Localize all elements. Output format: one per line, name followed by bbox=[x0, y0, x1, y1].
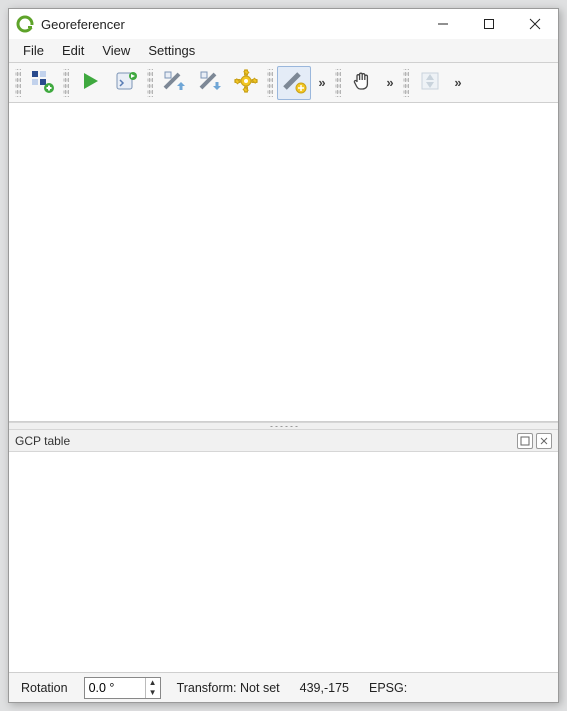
toolbar-overflow-button[interactable]: » bbox=[381, 66, 399, 100]
transformation-settings-button[interactable] bbox=[229, 66, 263, 100]
menu-file[interactable]: File bbox=[15, 41, 52, 60]
close-button[interactable] bbox=[512, 9, 558, 39]
raster-canvas[interactable] bbox=[9, 103, 558, 422]
toolbar-grip[interactable] bbox=[403, 69, 409, 97]
undock-panel-button[interactable] bbox=[517, 433, 533, 449]
splitter-handle[interactable] bbox=[9, 422, 558, 430]
maximize-button[interactable] bbox=[466, 9, 512, 39]
generate-gdal-script-button[interactable] bbox=[109, 66, 143, 100]
epsg-label: EPSG: bbox=[365, 681, 411, 695]
zoom-icon bbox=[418, 69, 442, 96]
menu-edit[interactable]: Edit bbox=[54, 41, 92, 60]
open-raster-button[interactable] bbox=[25, 66, 59, 100]
add-point-button[interactable] bbox=[277, 66, 311, 100]
rotation-step-down[interactable]: ▼ bbox=[146, 688, 160, 698]
gcp-panel-header: GCP table bbox=[9, 430, 558, 452]
rotation-spinbox[interactable]: ▲ ▼ bbox=[84, 677, 161, 699]
add-point-icon bbox=[281, 68, 307, 97]
app-icon bbox=[15, 14, 35, 34]
toolbar-grip[interactable] bbox=[63, 69, 69, 97]
pan-button[interactable] bbox=[345, 66, 379, 100]
save-gcp-icon bbox=[197, 68, 223, 97]
rotation-input[interactable] bbox=[85, 678, 145, 698]
rotation-label: Rotation bbox=[17, 681, 72, 695]
save-gcp-points-button[interactable] bbox=[193, 66, 227, 100]
play-icon bbox=[78, 69, 102, 96]
gear-icon bbox=[233, 68, 259, 97]
splitter-dots-icon bbox=[269, 425, 299, 428]
script-icon bbox=[113, 68, 139, 97]
menu-view[interactable]: View bbox=[94, 41, 138, 60]
toolbar-grip[interactable] bbox=[335, 69, 341, 97]
toolbar-grip[interactable] bbox=[267, 69, 273, 97]
minimize-button[interactable] bbox=[420, 9, 466, 39]
open-raster-icon bbox=[29, 68, 55, 97]
window-title: Georeferencer bbox=[41, 17, 125, 32]
menu-settings[interactable]: Settings bbox=[140, 41, 203, 60]
titlebar: Georeferencer bbox=[9, 9, 558, 39]
georeferencer-window: Georeferencer File Edit View Settings bbox=[8, 8, 559, 703]
transform-status: Transform: Not set bbox=[173, 681, 284, 695]
gcp-panel-title: GCP table bbox=[15, 434, 70, 448]
toolbar: » » » bbox=[9, 63, 558, 103]
load-gcp-icon bbox=[161, 68, 187, 97]
toolbar-overflow-button[interactable]: » bbox=[313, 66, 331, 100]
desktop: Georeferencer File Edit View Settings bbox=[0, 0, 567, 711]
hand-icon bbox=[350, 69, 374, 96]
start-georeferencing-button[interactable] bbox=[73, 66, 107, 100]
menubar: File Edit View Settings bbox=[9, 39, 558, 63]
statusbar: Rotation ▲ ▼ Transform: Not set 439,-175… bbox=[9, 672, 558, 702]
transform-label: Transform: bbox=[177, 681, 237, 695]
coords-readout: 439,-175 bbox=[296, 681, 353, 695]
toolbar-grip[interactable] bbox=[15, 69, 21, 97]
transform-value: Not set bbox=[240, 681, 280, 695]
gcp-table[interactable] bbox=[9, 452, 558, 672]
rotation-step-up[interactable]: ▲ bbox=[146, 678, 160, 688]
toolbar-grip[interactable] bbox=[147, 69, 153, 97]
toolbar-overflow-button[interactable]: » bbox=[449, 66, 467, 100]
zoom-full-button[interactable] bbox=[413, 66, 447, 100]
load-gcp-points-button[interactable] bbox=[157, 66, 191, 100]
close-panel-button[interactable] bbox=[536, 433, 552, 449]
